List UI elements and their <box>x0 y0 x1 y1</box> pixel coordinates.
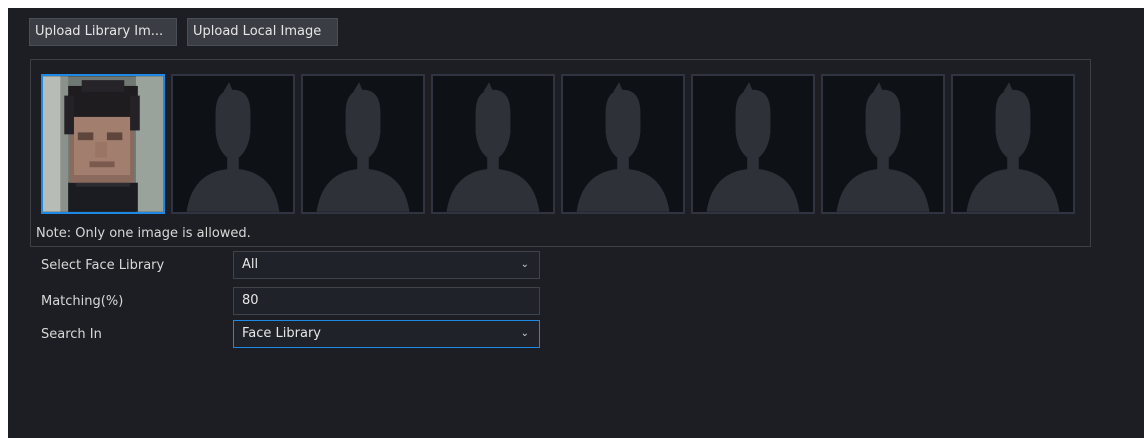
search-in-label: Search In <box>41 327 102 342</box>
face-library-label: Select Face Library <box>41 258 165 273</box>
face-photo <box>43 76 163 212</box>
search-in-select[interactable]: Face Library ⌄ <box>233 320 540 348</box>
face-image-thumbnail[interactable] <box>41 74 165 214</box>
empty-slot[interactable] <box>431 74 555 214</box>
face-search-panel: Upload Library Im... Upload Local Image <box>8 8 1144 438</box>
matching-value: 80 <box>242 293 259 308</box>
empty-slot[interactable] <box>171 74 295 214</box>
upload-library-image-button[interactable]: Upload Library Im... <box>29 18 177 46</box>
chevron-down-icon: ⌄ <box>520 259 529 270</box>
person-placeholder-icon <box>966 82 1060 212</box>
search-in-value: Face Library <box>242 326 321 341</box>
upload-note: Note: Only one image is allowed. <box>36 226 251 241</box>
upload-local-image-button[interactable]: Upload Local Image <box>187 18 338 46</box>
empty-slot[interactable] <box>951 74 1075 214</box>
empty-slot[interactable] <box>691 74 815 214</box>
matching-input[interactable]: 80 <box>233 287 540 315</box>
person-placeholder-icon <box>836 82 930 212</box>
person-placeholder-icon <box>186 82 280 212</box>
empty-slot[interactable] <box>301 74 425 214</box>
image-gallery: Note: Only one image is allowed. <box>30 59 1091 247</box>
person-placeholder-icon <box>316 82 410 212</box>
person-placeholder-icon <box>706 82 800 212</box>
person-placeholder-icon <box>446 82 540 212</box>
face-library-value: All <box>242 257 259 272</box>
matching-label: Matching(%) <box>41 294 124 309</box>
empty-slot[interactable] <box>821 74 945 214</box>
empty-slot[interactable] <box>561 74 685 214</box>
face-library-select[interactable]: All ⌄ <box>233 251 540 279</box>
person-placeholder-icon <box>576 82 670 212</box>
chevron-down-icon: ⌄ <box>520 328 529 339</box>
